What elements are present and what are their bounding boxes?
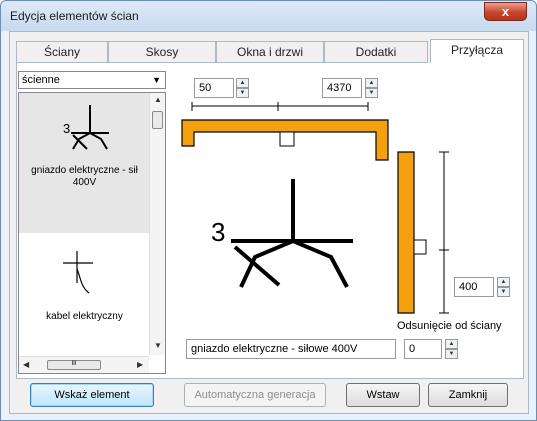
chevron-down-icon[interactable]: ▼ [445,349,458,359]
chevron-up-icon[interactable]: ▲ [365,78,378,88]
tab-dodatki[interactable]: Dodatki [324,41,428,63]
vertical-scrollbar[interactable]: ▲ ▼ [149,93,165,355]
offset-field[interactable]: 0 [404,339,442,359]
tab-skosy[interactable]: Skosy [108,41,216,63]
tab-przylacza[interactable]: Przyłącza [430,39,524,63]
cable-symbol-icon [63,251,93,294]
dialog-client-area: Ściany Skosy Okna i drzwi Dodatki Przyłą… [9,31,529,414]
category-select-value: ścienne [22,74,60,86]
height-stepper[interactable]: ▲ ▼ [497,277,510,297]
auto-generate-button[interactable]: Automatyczna generacja [184,383,326,407]
list-item-label: kabel elektryczny [46,311,123,322]
close-button[interactable]: Zamknij [428,383,508,407]
window-title: Edycja elementów ścian [10,9,139,23]
scroll-thumb[interactable]: III [47,360,101,370]
element-list[interactable]: 3 gniazdo elektryczne - sił 400V kabel e… [18,92,166,374]
title-bar: Edycja elementów ścian x [1,1,536,31]
offset-value: 0 [409,343,416,355]
list-item-label: gniazdo elektryczne - sił 400V [31,165,138,188]
close-window-button[interactable]: x [484,2,527,21]
list-item[interactable]: kabel elektryczny [19,239,150,339]
tab-bar: Ściany Skosy Okna i drzwi Dodatki Przyłą… [16,39,524,63]
select-element-button[interactable]: Wskaż element [30,383,154,407]
category-select[interactable]: ścienne ▼ [18,71,166,89]
element-name-value: gniazdo elektryczne - siłowe 400V [191,343,358,355]
chevron-down-icon[interactable]: ▼ [497,287,510,297]
dialog-window: Edycja elementów ścian x Ściany Skosy Ok… [0,0,537,421]
chevron-up-icon[interactable]: ▲ [497,277,510,287]
tab-okna-i-drzwi[interactable]: Okna i drzwi [216,41,324,63]
insert-button[interactable]: Wstaw [346,383,420,407]
preview-symbol-number: 3 [211,217,225,247]
socket-symbol-icon: 3 [211,179,353,288]
scroll-right-icon[interactable]: ▶ [137,360,143,369]
element-name-field[interactable]: gniazdo elektryczne - siłowe 400V [186,339,396,359]
horizontal-scrollbar[interactable]: ◀ III ▶ [19,356,149,373]
scroll-left-icon[interactable]: ◀ [23,360,29,369]
chevron-down-icon[interactable]: ▼ [152,75,161,85]
socket-symbol-icon: 3 [63,105,109,150]
symbol-preview: 3 [197,169,377,329]
scroll-thumb[interactable] [152,111,163,129]
scroll-down-icon[interactable]: ▼ [154,341,162,350]
scroll-up-icon[interactable]: ▲ [154,95,162,104]
tab-sciany[interactable]: Ściany [16,41,108,63]
socket-symbol-number: 3 [63,121,70,136]
chevron-up-icon[interactable]: ▲ [236,78,249,88]
list-item[interactable]: 3 gniazdo elektryczne - sił 400V [19,93,150,233]
offset-stepper[interactable]: ▲ ▼ [445,339,458,359]
